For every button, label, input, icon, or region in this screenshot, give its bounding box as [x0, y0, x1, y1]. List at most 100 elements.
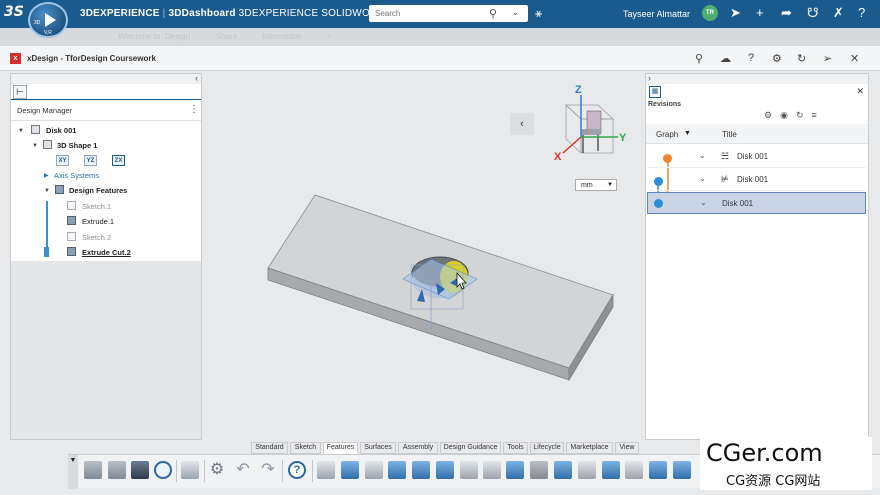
properties-icon[interactable]: [181, 461, 199, 479]
pattern-icon[interactable]: [625, 461, 643, 479]
view-cube-face[interactable]: [565, 104, 582, 154]
help-icon[interactable]: ?: [288, 461, 306, 479]
revision-row[interactable]: ⌄ ☵ Disk 001: [647, 146, 866, 168]
rib-icon[interactable]: [578, 461, 596, 479]
tree-axis-systems[interactable]: Axis Systems: [54, 171, 99, 180]
fillet-icon[interactable]: [483, 461, 501, 479]
revision-row-selected[interactable]: ⌄ Disk 001: [647, 192, 866, 214]
column-title[interactable]: Title: [722, 130, 737, 139]
chevron-down-icon[interactable]: ⌄: [699, 151, 706, 160]
tools-icon[interactable]: ✗: [833, 5, 844, 21]
compass-play-icon[interactable]: [45, 13, 56, 27]
tree-shape[interactable]: 3D Shape 1: [57, 141, 97, 150]
expand-arrow-icon[interactable]: ▶: [44, 172, 49, 179]
refresh-icon[interactable]: ↻: [797, 52, 806, 65]
cut-revolve-icon[interactable]: [436, 461, 454, 479]
tab-marketplace[interactable]: Marketplace: [566, 442, 613, 454]
tab-design-guidance[interactable]: Design Guidance: [440, 442, 501, 454]
previous-view-button[interactable]: ‹: [510, 113, 534, 135]
expand-panel-icon[interactable]: ›: [648, 73, 651, 83]
loft-icon[interactable]: [388, 461, 406, 479]
hole-icon[interactable]: [460, 461, 478, 479]
tree-tab-icon[interactable]: ⊢: [13, 85, 27, 99]
tab-welcome[interactable]: Welcome to ...: [118, 32, 169, 41]
chamfer-icon[interactable]: [506, 461, 524, 479]
ds-logo[interactable]: 3S: [4, 4, 26, 24]
chevron-down-icon[interactable]: ⌄: [700, 198, 707, 207]
model-canvas[interactable]: Z X Y: [203, 73, 643, 440]
search-box[interactable]: ⚲ ⌄: [369, 5, 528, 22]
settings-icon[interactable]: ⚙: [208, 461, 226, 479]
tag-icon[interactable]: ⚹: [535, 6, 542, 21]
settings-icon[interactable]: ⚙: [764, 110, 780, 120]
plane-yz[interactable]: YZ: [84, 155, 97, 166]
sweep-icon[interactable]: [365, 461, 383, 479]
3d-viewport[interactable]: Z X Y ‹ mm ▼: [203, 73, 643, 440]
tree-root[interactable]: Disk 001: [46, 126, 76, 135]
revolve-icon[interactable]: [341, 461, 359, 479]
mirror-icon[interactable]: [602, 461, 620, 479]
kebab-menu-icon[interactable]: ⋮: [189, 104, 199, 115]
tab-sketch[interactable]: Sketch: [290, 442, 321, 454]
sync-icon[interactable]: [154, 461, 172, 479]
search-icon[interactable]: ⚲: [489, 7, 497, 20]
new-part-icon[interactable]: [84, 461, 102, 479]
close-icon[interactable]: ✕: [856, 86, 864, 97]
chevron-down-icon[interactable]: ⌄: [699, 174, 706, 183]
tab-features[interactable]: Features: [323, 442, 358, 454]
tree-feature-extrude-1[interactable]: Extrude.1: [82, 217, 114, 226]
add-icon[interactable]: +: [756, 5, 764, 20]
tab-design[interactable]: Design: [165, 32, 190, 41]
network-icon[interactable]: ☋: [807, 5, 819, 21]
pin-icon[interactable]: ➢: [823, 52, 832, 65]
sort-down-icon[interactable]: ▼: [684, 130, 691, 137]
shell-icon[interactable]: [530, 461, 548, 479]
tab-surfaces[interactable]: Surfaces: [360, 442, 396, 454]
undo-icon[interactable]: ↶: [234, 461, 252, 479]
close-icon[interactable]: ✕: [850, 52, 859, 65]
tab-menu-icon[interactable]: ⋯: [852, 32, 860, 41]
save-icon[interactable]: [131, 461, 149, 479]
collapse-arrow-icon[interactable]: ▼: [44, 188, 50, 194]
view-cube[interactable]: Z X Y: [554, 84, 627, 163]
brand-title[interactable]: 3DEXPERIENCE | 3DDashboard 3DEXPERIENCE SO…: [80, 8, 403, 19]
plane-zx[interactable]: ZX: [112, 155, 125, 166]
user-name[interactable]: Tayseer Almattar: [623, 9, 690, 19]
combine-icon[interactable]: [673, 461, 691, 479]
add-tab-button[interactable]: +: [327, 32, 332, 41]
tab-assembly[interactable]: Assembly: [398, 442, 438, 454]
collapse-arrow-icon[interactable]: ▼: [32, 143, 38, 149]
collapse-panel-icon[interactable]: ‹: [195, 73, 198, 83]
settings-icon[interactable]: ⚙: [772, 52, 782, 65]
rollback-bar[interactable]: [44, 247, 49, 257]
units-select[interactable]: mm ▼: [575, 179, 617, 191]
plane-xy[interactable]: XY: [56, 155, 69, 166]
cut-extrude-icon[interactable]: [412, 461, 430, 479]
view-icon[interactable]: ◉: [780, 110, 796, 120]
tree-feature-sketch-1[interactable]: Sketch.1: [82, 202, 111, 211]
tab-lifecycle[interactable]: Lifecycle: [530, 442, 564, 454]
share-arrow-icon[interactable]: ➦: [781, 5, 792, 21]
tree-design-features[interactable]: Design Features: [69, 186, 127, 195]
search-chevron-icon[interactable]: ⌄: [512, 8, 519, 17]
column-graph[interactable]: Graph: [656, 130, 678, 139]
search-icon[interactable]: ⚲: [695, 52, 703, 65]
compass-widget[interactable]: 3D V,R: [28, 2, 68, 38]
tree-feature-sketch-2[interactable]: Sketch.2: [82, 233, 111, 242]
feedback-icon[interactable]: ➤: [730, 5, 741, 21]
open-icon[interactable]: [108, 461, 126, 479]
revisions-tab-icon[interactable]: ▦: [649, 86, 661, 98]
tab-tools[interactable]: Tools: [503, 442, 528, 454]
draft-icon[interactable]: [554, 461, 572, 479]
tab-share[interactable]: Share: [216, 32, 237, 41]
revision-row[interactable]: ⌄ ⊭ Disk 001: [647, 169, 866, 191]
tab-information[interactable]: Information: [262, 32, 302, 41]
cloud-icon[interactable]: ☁: [720, 52, 731, 65]
refresh-icon[interactable]: ↻: [796, 110, 812, 120]
action-bar-toggle[interactable]: ▼: [68, 455, 78, 489]
tree-feature-extrude-cut-2[interactable]: Extrude Cut.2: [82, 248, 131, 257]
search-input[interactable]: [375, 7, 485, 20]
filter-icon[interactable]: ≡: [811, 110, 824, 120]
extrude-icon[interactable]: [317, 461, 335, 479]
tab-view[interactable]: View: [615, 442, 639, 454]
